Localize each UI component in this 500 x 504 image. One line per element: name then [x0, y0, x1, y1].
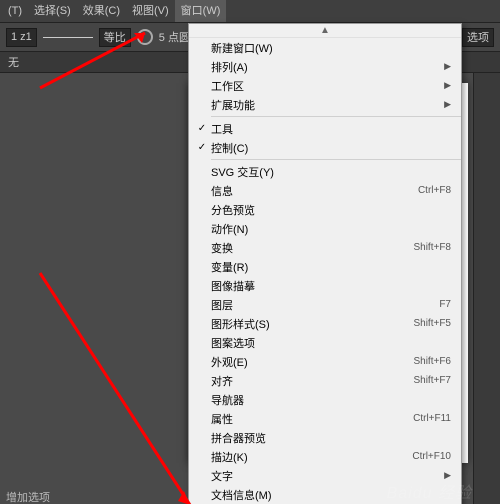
menu-4[interactable]: 窗口(W): [175, 0, 227, 22]
menu-item[interactable]: 图像描摹: [189, 276, 461, 295]
menu-item[interactable]: 图形样式(S) Shift+F5: [189, 314, 461, 333]
menu-item-label: 分色预览: [211, 202, 451, 218]
value-field[interactable]: 1 z1: [6, 28, 37, 47]
menu-shortcut: Shift+F5: [413, 318, 451, 329]
menu-item-label: 属性: [211, 411, 407, 427]
scroll-up-icon[interactable]: ▲: [189, 24, 461, 38]
submenu-arrow-icon: ▶: [444, 80, 451, 91]
menu-item-label: 变换: [211, 240, 407, 256]
window-menu-dropdown: ▲ 新建窗口(W)排列(A)▶工作区▶扩展功能▶✓工具✓控制(C)SVG 交互(…: [188, 23, 462, 504]
menu-item-label: SVG 交互(Y): [211, 164, 451, 180]
menu-item-label: 图层: [211, 297, 433, 313]
submenu-arrow-icon: ▶: [444, 61, 451, 72]
menu-item-label: 外观(E): [211, 354, 407, 370]
menu-0[interactable]: (T): [2, 0, 28, 22]
menu-item-label: 导航器: [211, 392, 451, 408]
menu-item-label: 信息: [211, 183, 412, 199]
menu-shortcut: Ctrl+F11: [413, 413, 451, 424]
line-preview: [43, 37, 93, 38]
annotation-arrow-bottom: [0, 243, 210, 504]
menu-item-label: 扩展功能: [211, 97, 438, 113]
menu-item[interactable]: 扩展功能 ▶: [189, 95, 461, 114]
menu-item-label: 描边(K): [211, 449, 406, 465]
menu-item[interactable]: 变换 Shift+F8: [189, 238, 461, 257]
menu-item-label: 图案选项: [211, 335, 451, 351]
menu-item[interactable]: 分色预览: [189, 200, 461, 219]
submenu-arrow-icon: ▶: [444, 99, 451, 110]
menu-shortcut: Shift+F8: [413, 242, 451, 253]
menu-item[interactable]: SVG 交互(Y): [189, 162, 461, 181]
menu-3[interactable]: 视图(V): [126, 0, 175, 22]
menu-shortcut: Shift+F7: [413, 375, 451, 386]
check-icon: ✓: [193, 123, 211, 134]
menu-2[interactable]: 效果(C): [77, 0, 126, 22]
menu-item[interactable]: 对齐 Shift+F7: [189, 371, 461, 390]
circle-icon: [137, 29, 153, 45]
bottom-label: 增加选项: [6, 489, 50, 504]
menu-item-label: 拼合器预览: [211, 430, 451, 446]
menu-item[interactable]: 变量(R): [189, 257, 461, 276]
watermark: Baidu 经验: [387, 479, 472, 503]
menu-item-label: 工作区: [211, 78, 438, 94]
menu-item-label: 新建窗口(W): [211, 40, 451, 56]
menu-item-label: 动作(N): [211, 221, 451, 237]
menu-item-label: 图形样式(S): [211, 316, 407, 332]
menu-item[interactable]: 信息 Ctrl+F8: [189, 181, 461, 200]
menu-1[interactable]: 选择(S): [28, 0, 77, 22]
menu-item-label: 对齐: [211, 373, 407, 389]
rect-dropdown[interactable]: 选项: [462, 28, 494, 47]
menu-shortcut: Ctrl+F8: [418, 185, 451, 196]
menu-item[interactable]: 描边(K) Ctrl+F10: [189, 447, 461, 466]
menu-item[interactable]: ✓控制(C): [189, 138, 461, 157]
menu-item-label: 工具: [211, 121, 451, 137]
menu-shortcut: Ctrl+F10: [412, 451, 451, 462]
menu-item[interactable]: 导航器: [189, 390, 461, 409]
menu-item-label: 图像描摹: [211, 278, 451, 294]
panel-dock[interactable]: [473, 73, 500, 504]
menu-item-label: 变量(R): [211, 259, 451, 275]
tab-none[interactable]: 无: [8, 54, 19, 70]
menu-shortcut: F7: [439, 299, 451, 310]
menu-item[interactable]: 属性 Ctrl+F11: [189, 409, 461, 428]
ratio-label: 等比: [104, 29, 126, 45]
menu-item-label: 排列(A): [211, 59, 438, 75]
menu-item[interactable]: 图层 F7: [189, 295, 461, 314]
menubar: (T)选择(S)效果(C)视图(V)窗口(W): [0, 0, 500, 23]
ratio-dropdown[interactable]: 等比: [99, 28, 131, 47]
menu-item[interactable]: 工作区 ▶: [189, 76, 461, 95]
menu-item[interactable]: 外观(E) Shift+F6: [189, 352, 461, 371]
menu-shortcut: Shift+F6: [413, 356, 451, 367]
check-icon: ✓: [193, 142, 211, 153]
menu-item[interactable]: 拼合器预览: [189, 428, 461, 447]
menu-item[interactable]: 图案选项: [189, 333, 461, 352]
menu-item-label: 控制(C): [211, 140, 451, 156]
menu-item[interactable]: 动作(N): [189, 219, 461, 238]
menu-separator: [211, 159, 461, 160]
menu-item[interactable]: ✓工具: [189, 119, 461, 138]
menu-item[interactable]: 排列(A) ▶: [189, 57, 461, 76]
menu-separator: [211, 116, 461, 117]
menu-item[interactable]: 新建窗口(W): [189, 38, 461, 57]
workspace: ▲ 新建窗口(W)排列(A)▶工作区▶扩展功能▶✓工具✓控制(C)SVG 交互(…: [0, 73, 500, 504]
